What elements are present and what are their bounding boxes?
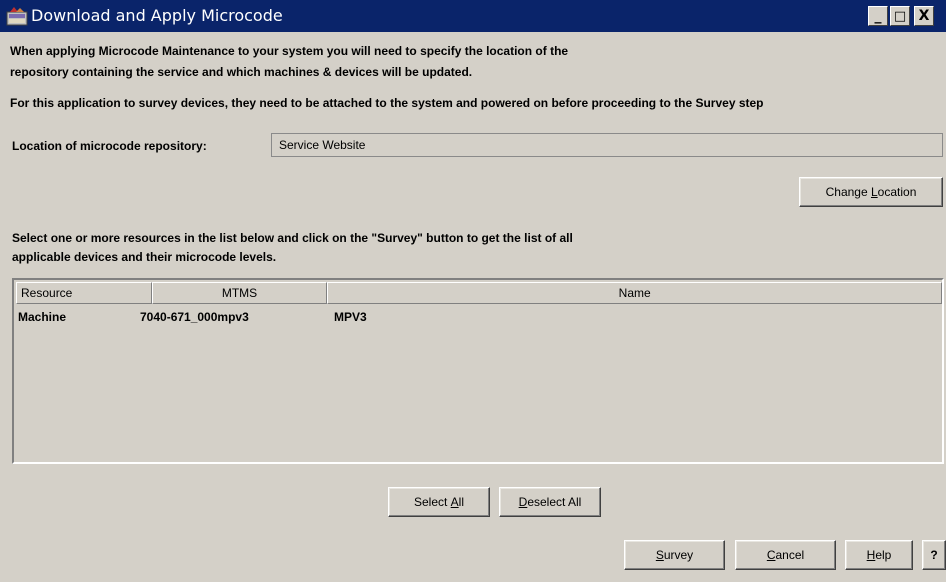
- survey-suffix: urvey: [663, 548, 694, 562]
- close-button[interactable]: X: [914, 6, 934, 26]
- table-header: Resource MTMS Name: [16, 282, 942, 304]
- location-label: Location of microcode repository:: [12, 139, 207, 153]
- help-mnemonic: H: [866, 548, 876, 562]
- cancel-suffix: ancel: [775, 548, 805, 562]
- maximize-button[interactable]: □: [890, 6, 910, 26]
- select-all-button[interactable]: Select All: [388, 487, 490, 517]
- location-field: Service Website: [271, 133, 943, 157]
- intro-line-1: When applying Microcode Maintenance to y…: [10, 44, 569, 58]
- instructions-line-2: applicable devices and their microcode l…: [12, 250, 277, 264]
- intro-line-2: repository containing the service and wh…: [10, 65, 473, 79]
- resource-table[interactable]: Resource MTMS Name Machine 7040-671_000m…: [12, 278, 944, 464]
- location-value: Service Website: [279, 138, 366, 152]
- deselect-all-mnemonic: D: [518, 495, 528, 509]
- context-help-button[interactable]: ?: [922, 540, 946, 570]
- window-title: Download and Apply Microcode: [31, 6, 283, 25]
- minimize-button[interactable]: _: [868, 6, 888, 26]
- survey-button[interactable]: Survey: [624, 540, 725, 570]
- cancel-button[interactable]: Cancel: [735, 540, 836, 570]
- cell-resource: Machine: [18, 310, 67, 324]
- change-location-button[interactable]: Change Location: [799, 177, 943, 207]
- cell-name: MPV3: [334, 310, 367, 324]
- instructions-line-1: Select one or more resources in the list…: [12, 231, 573, 245]
- deselect-all-suffix: eselect All: [527, 495, 582, 509]
- change-location-mnemonic: L: [870, 185, 878, 199]
- cell-mtms: 7040-671_000mpv3: [140, 310, 249, 324]
- change-location-suffix: ocation: [877, 185, 917, 199]
- column-header-mtms[interactable]: MTMS: [151, 282, 328, 304]
- select-all-mnemonic: A: [450, 495, 459, 509]
- help-suffix: elp: [875, 548, 892, 562]
- help-button[interactable]: Help: [845, 540, 913, 570]
- column-header-resource[interactable]: Resource: [16, 282, 152, 304]
- title-bar: Download and Apply Microcode _ □ X: [0, 0, 946, 32]
- select-all-prefix: Select: [413, 495, 451, 509]
- deselect-all-button[interactable]: Deselect All: [499, 487, 601, 517]
- column-header-name[interactable]: Name: [327, 282, 942, 304]
- survey-mnemonic: S: [655, 548, 664, 562]
- intro-line-3: For this application to survey devices, …: [10, 96, 764, 110]
- cancel-mnemonic: C: [766, 548, 776, 562]
- select-all-suffix: ll: [458, 495, 465, 509]
- app-icon: [6, 7, 28, 26]
- table-row[interactable]: Machine 7040-671_000mpv3 MPV3: [16, 310, 634, 328]
- change-location-prefix: Change: [825, 185, 871, 199]
